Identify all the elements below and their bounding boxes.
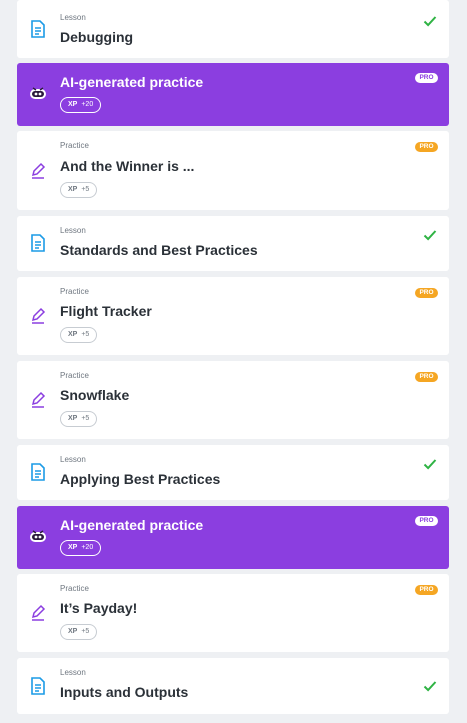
practice-card-flight-tracker[interactable]: Practice Flight Tracker XP +5 PRO bbox=[17, 277, 449, 355]
xp-badge: XP +20 bbox=[60, 540, 102, 556]
xp-badge: XP +5 bbox=[60, 624, 98, 640]
lesson-document-icon bbox=[30, 20, 46, 38]
ai-practice-card[interactable]: AI-generated practice XP +20 PRO bbox=[17, 63, 449, 126]
item-type-label: Practice bbox=[60, 141, 89, 150]
lesson-card-inputs-and-outputs[interactable]: Lesson Inputs and Outputs bbox=[17, 658, 449, 714]
ai-practice-card[interactable]: AI-generated practice XP +20 PRO bbox=[17, 506, 449, 569]
pro-badge: PRO bbox=[415, 585, 438, 595]
item-title: Debugging bbox=[60, 29, 134, 45]
item-type-label: Practice bbox=[60, 584, 89, 593]
pro-badge: PRO bbox=[415, 372, 438, 382]
item-type-label: Practice bbox=[60, 287, 89, 296]
lesson-document-icon bbox=[30, 677, 46, 695]
practice-card-and-the-winner-is[interactable]: Practice And the Winner is ... XP +5 PRO bbox=[17, 131, 449, 210]
completed-check-icon bbox=[423, 14, 437, 27]
practice-pencil-icon bbox=[30, 162, 46, 180]
xp-badge: XP +5 bbox=[60, 411, 98, 427]
xp-badge: XP +5 bbox=[60, 182, 98, 198]
xp-badge: XP +20 bbox=[60, 97, 102, 113]
robot-face-icon bbox=[28, 529, 48, 545]
item-title: Flight Tracker bbox=[60, 303, 152, 319]
item-title: It’s Payday! bbox=[60, 600, 138, 616]
lesson-document-icon bbox=[30, 234, 46, 252]
pro-badge: PRO bbox=[415, 73, 438, 83]
pro-badge: PRO bbox=[415, 288, 438, 298]
xp-badge: XP +5 bbox=[60, 327, 98, 343]
practice-card-snowflake[interactable]: Practice Snowflake XP +5 PRO bbox=[17, 361, 449, 439]
practice-card-its-payday[interactable]: Practice It’s Payday! XP +5 PRO bbox=[17, 574, 449, 652]
item-title: Standards and Best Practices bbox=[60, 242, 258, 258]
item-title: AI-generated practice bbox=[60, 74, 204, 90]
item-title: And the Winner is ... bbox=[60, 158, 195, 174]
item-type-label: Lesson bbox=[60, 13, 86, 22]
item-title: Applying Best Practices bbox=[60, 471, 221, 487]
item-title: AI-generated practice bbox=[60, 517, 204, 533]
completed-check-icon bbox=[423, 679, 437, 692]
item-type-label: Practice bbox=[60, 371, 89, 380]
item-title: Snowflake bbox=[60, 387, 130, 403]
lesson-card-debugging[interactable]: Lesson Debugging bbox=[17, 0, 449, 58]
practice-pencil-icon bbox=[30, 604, 46, 622]
practice-pencil-icon bbox=[30, 307, 46, 325]
completed-check-icon bbox=[423, 457, 437, 470]
pro-badge: PRO bbox=[415, 516, 438, 526]
practice-pencil-icon bbox=[30, 391, 46, 409]
lesson-document-icon bbox=[30, 463, 46, 481]
pro-badge: PRO bbox=[415, 142, 438, 152]
item-type-label: Lesson bbox=[60, 668, 86, 677]
robot-face-icon bbox=[28, 86, 48, 102]
item-title: Inputs and Outputs bbox=[60, 684, 189, 700]
lesson-card-standards-and-best-practices[interactable]: Lesson Standards and Best Practices bbox=[17, 216, 449, 271]
item-type-label: Lesson bbox=[60, 455, 86, 464]
completed-check-icon bbox=[423, 228, 437, 241]
item-type-label: Lesson bbox=[60, 226, 86, 235]
lesson-card-applying-best-practices[interactable]: Lesson Applying Best Practices bbox=[17, 445, 449, 500]
